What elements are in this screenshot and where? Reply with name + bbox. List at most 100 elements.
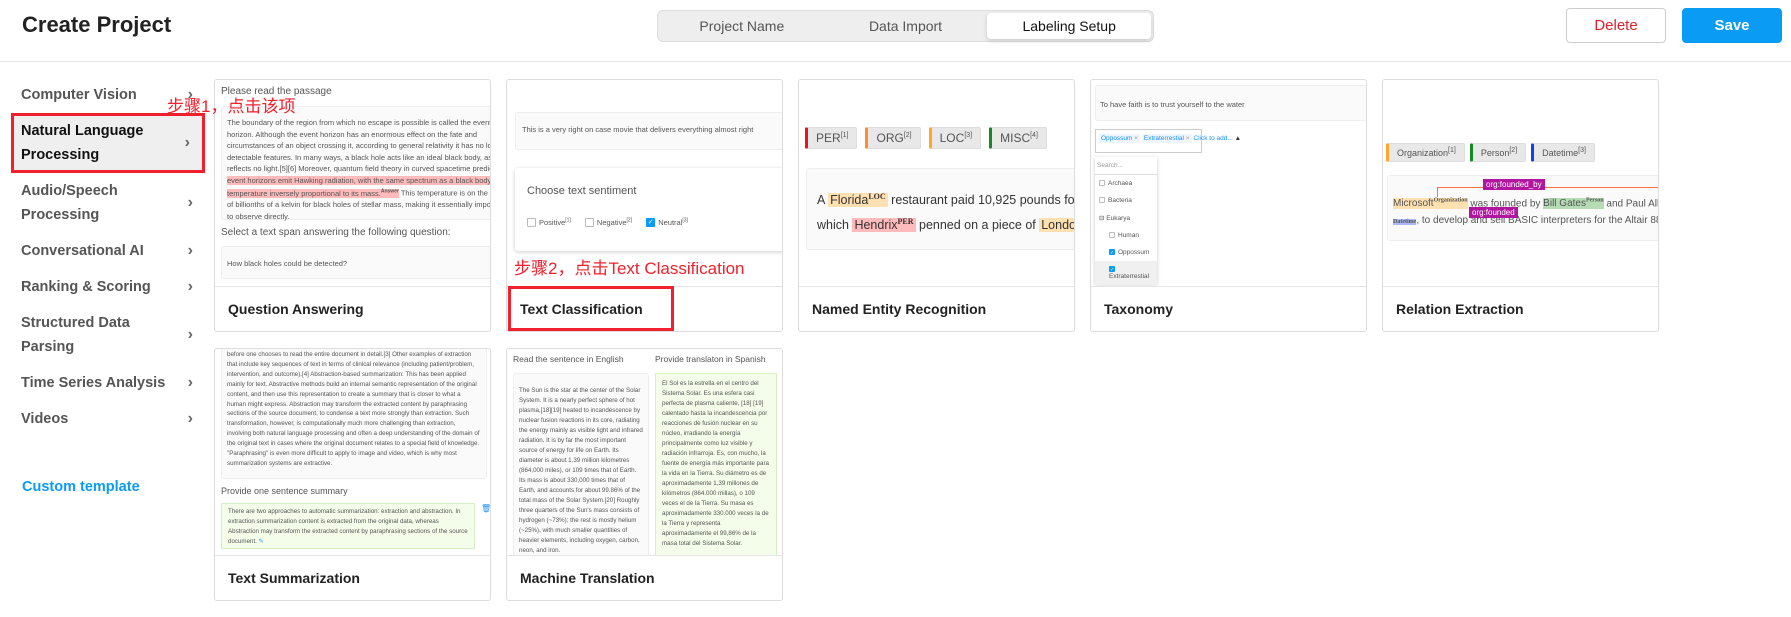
- tab-labeling-setup[interactable]: Labeling Setup: [987, 13, 1152, 39]
- tag-label: PER: [816, 131, 841, 145]
- option-eukarya[interactable]: ⊟ Eukarya: [1095, 209, 1157, 227]
- checkbox[interactable]: [584, 218, 594, 228]
- sidebar-item-structured-data[interactable]: Structured Data Parsing ›: [11, 305, 205, 365]
- card-label: Question Answering: [228, 301, 364, 317]
- translation-text[interactable]: El Sol es la estrella en el centro del S…: [655, 373, 777, 555]
- close-icon[interactable]: ×: [1134, 135, 1138, 142]
- checkbox-checked[interactable]: ✓: [646, 218, 656, 228]
- checkbox[interactable]: [1099, 180, 1105, 187]
- custom-template-link[interactable]: Custom template: [22, 479, 140, 495]
- summary-text: There are two approaches to automatic su…: [228, 508, 468, 545]
- checkbox[interactable]: [527, 218, 536, 228]
- card-preview: Organization[1] Person[2] Datetime[3] Micr…: [1383, 80, 1658, 287]
- text: which: [817, 218, 853, 233]
- entity-loc[interactable]: London: [1039, 218, 1074, 233]
- tag-datetime[interactable]: Datetime[3]: [1531, 143, 1595, 162]
- label-tags: Organization[1] Person[2] Datetime[3]: [1386, 143, 1603, 162]
- tag-loc[interactable]: LOC[3]: [928, 127, 982, 149]
- hotkey: [2]: [626, 217, 633, 223]
- chevron-right-icon: ›: [187, 410, 193, 427]
- option-extraterrestial[interactable]: ✓Extraterrestial: [1095, 261, 1157, 285]
- choice-neutral[interactable]: ✓ Neutral[3]: [646, 217, 688, 228]
- tag-person[interactable]: Person[2]: [1469, 143, 1527, 162]
- chevron-right-icon: ›: [184, 134, 190, 151]
- tag-label: Datetime: [1542, 148, 1579, 158]
- checkbox[interactable]: [1099, 197, 1105, 204]
- entity-text: Florida: [830, 193, 869, 208]
- checkbox[interactable]: [1109, 232, 1115, 239]
- close-icon[interactable]: ×: [1186, 135, 1190, 142]
- text: and Paul Allen on April 4, 1975: [1606, 198, 1658, 210]
- collapse-minus-icon[interactable]: ⊟: [1099, 215, 1104, 222]
- sidebar-item-videos[interactable]: Videos ›: [11, 401, 205, 437]
- tag-per[interactable]: PER[1]: [805, 127, 858, 149]
- chip-label: Oppossum: [1101, 135, 1133, 142]
- template-card-machine-translation[interactable]: Read the sentence in English Provide tra…: [506, 348, 783, 601]
- relation-label[interactable]: org:founded: [1469, 207, 1518, 218]
- card-label: Machine Translation: [520, 570, 655, 586]
- choices-heading: Choose text sentiment: [527, 185, 637, 197]
- template-grid: Please read the passage The boundary of …: [214, 79, 1659, 601]
- sidebar-item-label: Natural Language Processing: [21, 123, 144, 163]
- summary-box[interactable]: There are two approaches to automatic su…: [221, 503, 475, 549]
- tag-label: Person: [1480, 148, 1510, 158]
- choices-panel: Choose text sentiment Positive[1] Negati…: [515, 168, 782, 251]
- highlight-box: [508, 286, 674, 331]
- sidebar-item-audio-speech[interactable]: Audio/Speech Processing ›: [11, 173, 205, 233]
- template-card-text-summarization[interactable]: before one chooses to read the entire do…: [214, 348, 491, 601]
- option-oppossum[interactable]: ✓ Oppossum: [1095, 244, 1157, 261]
- delete-trash-icon[interactable]: 🗑: [481, 504, 490, 513]
- sidebar-item-time-series[interactable]: Time Series Analysis ›: [11, 365, 205, 401]
- source-text: The Sun is the star at the center of the…: [513, 373, 649, 555]
- sidebar-item-label: Computer Vision: [21, 87, 137, 103]
- edit-pencil-icon[interactable]: ✎: [259, 538, 264, 545]
- sidebar-item-label: Ranking & Scoring: [21, 279, 151, 295]
- selected-chip: Oppossum ×: [1099, 134, 1141, 143]
- choice-positive[interactable]: Positive[1]: [527, 217, 571, 228]
- add-placeholder[interactable]: Click to add...: [1193, 135, 1232, 142]
- taxonomy-input[interactable]: Oppossum × Extraterrestial × Click to ad…: [1095, 129, 1241, 153]
- sidebar-item-label: Videos: [21, 411, 69, 427]
- tag-organization[interactable]: Organization[1]: [1386, 143, 1465, 162]
- sidebar-item-ranking-scoring[interactable]: Ranking & Scoring ›: [11, 269, 205, 305]
- template-card-taxonomy[interactable]: To have faith is to trust yourself to th…: [1090, 79, 1367, 332]
- step1-annotation: 步骤1，点击该项: [167, 97, 296, 116]
- tab-data-import[interactable]: Data Import: [824, 13, 988, 39]
- choice-negative[interactable]: Negative[2]: [584, 217, 633, 228]
- checkbox-checked[interactable]: ✓: [1109, 266, 1115, 273]
- delete-button[interactable]: Delete: [1566, 8, 1666, 43]
- entity-per[interactable]: HendrixPER: [852, 217, 916, 233]
- tag-misc[interactable]: MISC[4]: [989, 127, 1047, 149]
- option-bacteria[interactable]: Bacteria: [1095, 192, 1157, 209]
- template-card-named-entity-recognition[interactable]: PER[1] ORG[2] LOC[3] MISC[4] A FloridaLOC r…: [798, 79, 1075, 332]
- step2-annotation: 步骤2，点击Text Classification: [514, 259, 745, 278]
- option-human[interactable]: Human: [1095, 227, 1157, 244]
- template-card-relation-extraction[interactable]: Organization[1] Person[2] Datetime[3] Micr…: [1382, 79, 1659, 332]
- sidebar-item-conversational-ai[interactable]: Conversational AI ›: [11, 233, 205, 269]
- card-preview: To have faith is to trust yourself to th…: [1091, 80, 1366, 287]
- text: A: [817, 193, 829, 208]
- hotkey: [1]: [565, 217, 571, 223]
- relation-label[interactable]: org:founded_by: [1483, 179, 1545, 190]
- entity-organization[interactable]: MicrosoftOrganization: [1393, 198, 1468, 210]
- search-input[interactable]: Search...: [1095, 157, 1157, 175]
- source-heading: Read the sentence in English: [513, 354, 624, 364]
- tab-project-name[interactable]: Project Name: [660, 13, 824, 39]
- text: , to develop and sell BASIC interpreters…: [1416, 215, 1658, 227]
- hotkey: [1]: [1448, 147, 1456, 154]
- selected-chip: Extraterrestial ×: [1141, 134, 1192, 143]
- checkbox-checked[interactable]: ✓: [1109, 249, 1115, 256]
- option-archaea[interactable]: Archaea: [1095, 175, 1157, 192]
- step-tabs: Project Name Data Import Labeling Setup: [657, 10, 1154, 42]
- entity-text: Hendrix: [854, 218, 898, 233]
- tag-org[interactable]: ORG[2]: [865, 127, 921, 149]
- tag-label: ORG: [876, 131, 904, 145]
- save-button[interactable]: Save: [1682, 8, 1782, 43]
- sidebar-item-natural-language-processing[interactable]: Natural Language Processing ›: [11, 113, 205, 173]
- entity-person[interactable]: Bill GatesPerson: [1543, 198, 1604, 210]
- text: restaurant paid 10,925 pounds for the dr…: [891, 193, 1074, 208]
- entity-datetime[interactable]: Datetime: [1393, 219, 1417, 226]
- entity-text: Microsoft: [1393, 198, 1434, 210]
- chevron-right-icon: ›: [187, 194, 193, 211]
- entity-loc[interactable]: FloridaLOC: [828, 192, 888, 208]
